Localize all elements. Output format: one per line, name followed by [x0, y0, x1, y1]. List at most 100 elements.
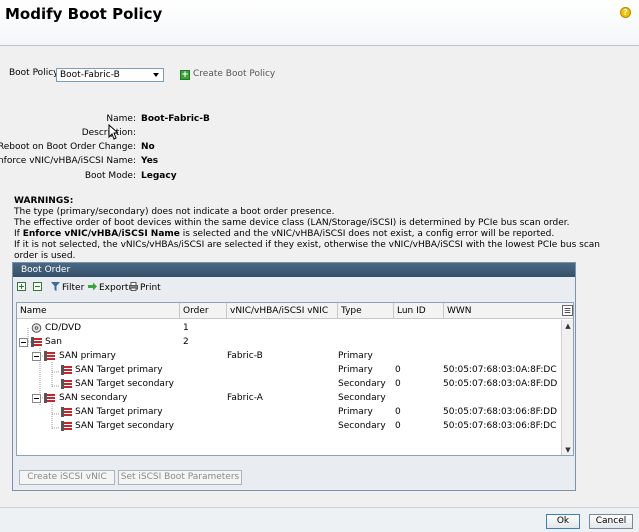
export-button[interactable]: Export	[88, 282, 128, 294]
row-name: SAN Target primary	[75, 407, 163, 417]
property-value: Legacy	[141, 171, 177, 181]
table-row[interactable]: SAN secondary Fabric-A Secondary	[17, 391, 562, 405]
collapse-all-button[interactable]	[33, 282, 44, 294]
warning-line: The type (primary/secondary) does not in…	[14, 207, 335, 217]
row-wwn: 50:05:07:68:03:0A:8F:DD	[443, 379, 558, 389]
column-chooser-icon[interactable]	[562, 305, 573, 316]
row-name: San	[45, 337, 62, 347]
boot-policy-select[interactable]: Boot-Fabric-B	[56, 68, 164, 82]
create-boot-policy-label: Create Boot Policy	[193, 69, 276, 79]
row-vnic: Fabric-B	[227, 351, 263, 361]
column-header-vnic[interactable]: vNIC/vHBA/iSCSI vNIC	[230, 306, 328, 316]
boot-policy-label: Boot Policy:	[9, 68, 61, 78]
table-row[interactable]: SAN Target secondary Secondary 0 50:05:0…	[17, 377, 562, 391]
column-header-wwn[interactable]: WWN	[447, 306, 472, 316]
table-row[interactable]: CD/DVD 1	[17, 321, 562, 335]
san-storage-icon	[61, 379, 72, 389]
ok-button[interactable]: Ok	[546, 514, 580, 529]
table-row[interactable]: SAN Target primary Primary 0 50:05:07:68…	[17, 363, 562, 377]
print-button[interactable]: Print	[129, 282, 161, 294]
warning-line: The effective order of boot devices with…	[14, 218, 570, 228]
row-lun: 0	[395, 365, 401, 375]
property-key: Boot Mode:	[84, 171, 136, 181]
row-vnic: Fabric-A	[227, 393, 263, 403]
cancel-button[interactable]: Cancel	[589, 514, 633, 529]
filter-icon	[51, 282, 60, 291]
row-type: Primary	[338, 365, 373, 375]
boot-order-title: Boot Order	[13, 263, 575, 277]
property-key: Enforce vNIC/vHBA/iSCSI Name:	[0, 156, 136, 166]
column-header-lun-id[interactable]: Lun ID	[397, 306, 426, 316]
property-reboot: Reboot on Boot Order Change: No	[0, 142, 300, 154]
export-arrow-icon	[88, 282, 97, 291]
property-value: Boot-Fabric-B	[141, 114, 210, 124]
property-name: Name: Boot-Fabric-B	[0, 114, 300, 126]
scroll-up-icon[interactable]: ▲	[563, 321, 573, 331]
row-lun: 0	[395, 407, 401, 417]
san-storage-icon	[31, 337, 42, 347]
warnings-heading: WARNINGS:	[14, 196, 74, 206]
warning-line: If Enforce vNIC/vHBA/iSCSI Name is selec…	[14, 229, 614, 240]
row-order: 2	[183, 337, 189, 347]
warning-text: is selected and the vNIC/vHBA/iSCSI does…	[179, 229, 555, 239]
export-label: Export	[99, 283, 129, 293]
san-storage-icon	[44, 351, 55, 361]
row-name: SAN secondary	[59, 393, 128, 403]
boot-policy-value: Boot-Fabric-B	[60, 70, 120, 80]
collapse-toggle-icon[interactable]	[32, 352, 41, 361]
san-storage-icon	[61, 421, 72, 431]
warning-text: If	[14, 229, 23, 239]
san-storage-icon	[44, 393, 55, 403]
boot-order-toolbar: Filter Export Print	[15, 280, 575, 296]
dialog-header: Modify Boot Policy ?	[0, 0, 639, 46]
scroll-down-icon[interactable]: ▼	[563, 445, 573, 455]
plus-box-icon	[17, 282, 26, 291]
property-value: Yes	[141, 156, 159, 166]
property-boot-mode: Boot Mode: Legacy	[0, 171, 300, 183]
set-iscsi-boot-parameters-button[interactable]: Set iSCSI Boot Parameters	[118, 470, 242, 485]
row-order: 1	[183, 323, 189, 333]
table-row[interactable]: SAN Target secondary Secondary 0 50:05:0…	[17, 419, 562, 433]
create-boot-policy-link[interactable]: + Create Boot Policy	[180, 69, 275, 80]
row-name: SAN Target primary	[75, 365, 163, 375]
row-type: Secondary	[338, 393, 386, 403]
row-type: Secondary	[338, 421, 386, 431]
vertical-scrollbar[interactable]: ▲ ▼	[561, 320, 573, 455]
mouse-cursor-icon	[108, 124, 118, 140]
help-icon[interactable]: ?	[620, 7, 631, 18]
filter-button[interactable]: Filter	[51, 282, 84, 294]
dialog-footer: Ok Cancel	[0, 507, 639, 532]
expand-all-button[interactable]	[17, 282, 28, 294]
row-type: Primary	[338, 407, 373, 417]
collapse-toggle-icon[interactable]	[19, 338, 28, 347]
collapse-toggle-icon[interactable]	[32, 394, 41, 403]
san-storage-icon	[61, 365, 72, 375]
table-row[interactable]: SAN primary Fabric-B Primary	[17, 349, 562, 363]
printer-icon	[129, 282, 138, 291]
warning-line: If it is not selected, the vNICs/vHBAs/i…	[14, 240, 600, 261]
column-header-name[interactable]: Name	[20, 306, 47, 316]
property-description: Description:	[0, 128, 300, 140]
create-iscsi-vnic-button[interactable]: Create iSCSI vNIC	[19, 470, 115, 485]
table-row[interactable]: San 2	[17, 335, 562, 349]
column-header-type[interactable]: Type	[341, 306, 362, 316]
table-header: Name Order vNIC/vHBA/iSCSI vNIC Type Lun…	[17, 303, 573, 319]
column-header-order[interactable]: Order	[183, 306, 209, 316]
property-enforce: Enforce vNIC/vHBA/iSCSI Name: Yes	[0, 156, 300, 168]
chevron-down-icon	[153, 73, 159, 77]
dialog-title: Modify Boot Policy	[5, 5, 163, 23]
row-wwn: 50:05:07:68:03:06:8F:DD	[443, 407, 558, 417]
cd-dvd-icon	[31, 323, 42, 333]
property-key: Name:	[106, 114, 136, 124]
property-value: No	[141, 142, 155, 152]
warning-emphasis: Enforce vNIC/vHBA/iSCSI Name	[22, 229, 180, 239]
add-icon: +	[180, 70, 190, 80]
row-wwn: 50:05:07:68:03:0A:8F:DC	[443, 365, 557, 375]
row-wwn: 50:05:07:68:03:06:8F:DC	[443, 421, 557, 431]
filter-label: Filter	[62, 283, 85, 293]
warnings-block: WARNINGS: The type (primary/secondary) d…	[14, 196, 614, 262]
minus-box-icon	[33, 282, 42, 291]
row-name: SAN primary	[59, 351, 116, 361]
boot-order-panel: Boot Order Filter Export Print Name Orde…	[12, 262, 576, 491]
table-row[interactable]: SAN Target primary Primary 0 50:05:07:68…	[17, 405, 562, 419]
